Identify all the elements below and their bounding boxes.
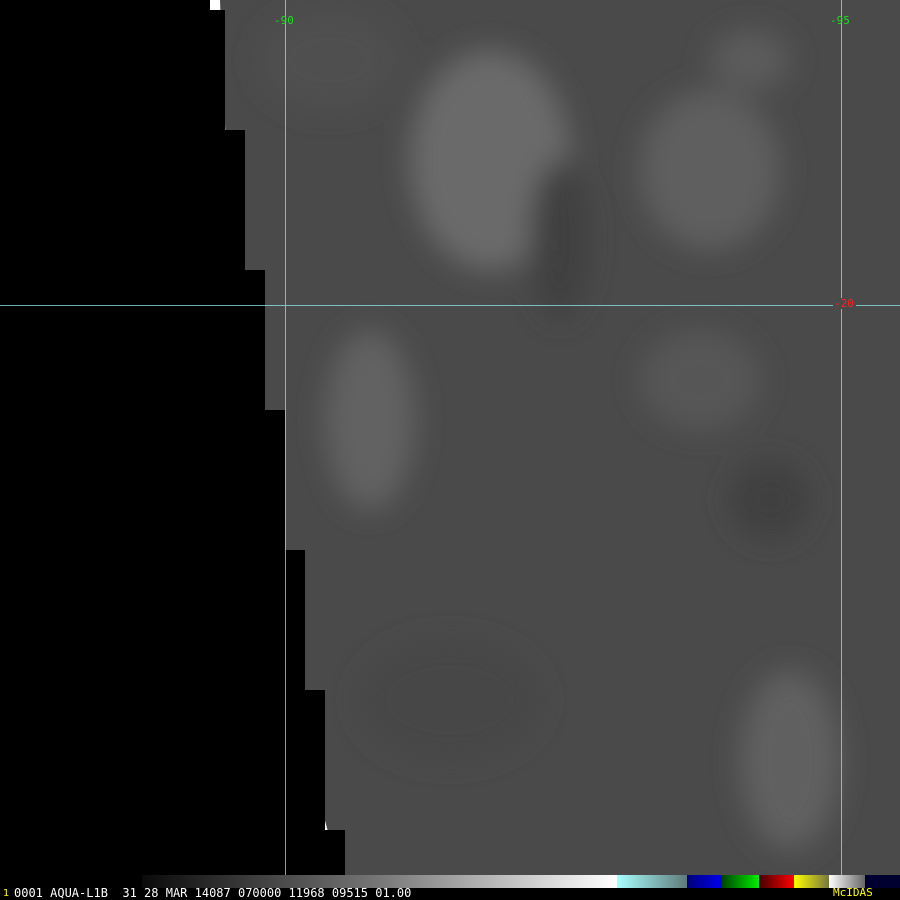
frame-number: 1 <box>3 888 10 899</box>
lat-label: -20 <box>834 297 854 310</box>
satellite-image-viewer: -90 -95 -20 1 0001 AQUA-L1B 31 28 MAR 14… <box>0 0 900 900</box>
image-info-text: 0001 AQUA-L1B 31 28 MAR 14087 070000 119… <box>14 886 412 900</box>
satellite-image <box>0 0 900 875</box>
lon-label-left: -90 <box>274 14 294 27</box>
lon-label-right: -95 <box>830 14 850 27</box>
mcidas-logo-text: McIDAS <box>833 886 873 899</box>
